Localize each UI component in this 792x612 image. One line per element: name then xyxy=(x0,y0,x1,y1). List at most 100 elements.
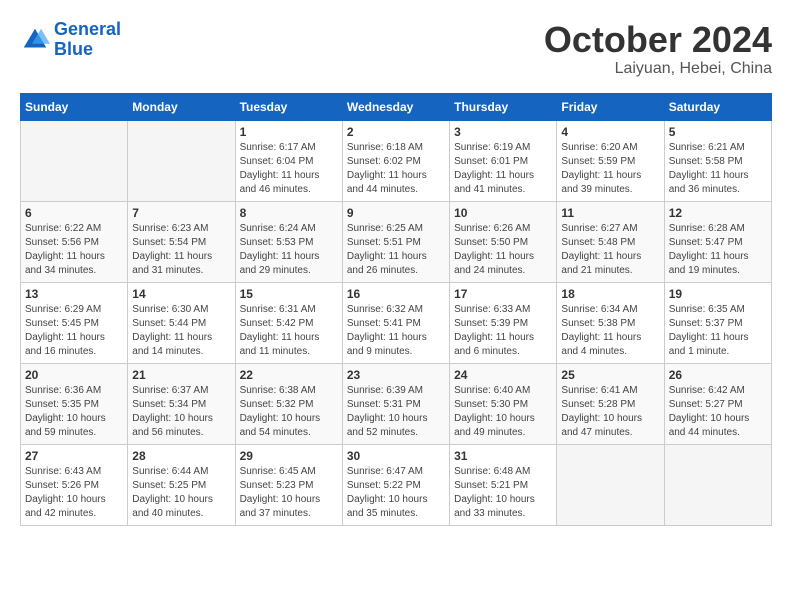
week-row-2: 6Sunrise: 6:22 AMSunset: 5:56 PMDaylight… xyxy=(21,201,772,282)
day-content: Sunrise: 6:47 AMSunset: 5:22 PMDaylight:… xyxy=(347,465,445,521)
calendar-cell: 19 Sunrise: 6:35 AMSunset: 5:37 PMDayligh… xyxy=(664,282,771,363)
calendar-cell: 31 Sunrise: 6:48 AMSunset: 5:21 PMDayligh… xyxy=(450,444,557,525)
day-number: 21 xyxy=(132,368,230,382)
logo-text: General Blue xyxy=(54,20,121,60)
day-number: 28 xyxy=(132,449,230,463)
day-number: 17 xyxy=(454,287,552,301)
day-number: 9 xyxy=(347,206,445,220)
day-number: 24 xyxy=(454,368,552,382)
day-content: Sunrise: 6:37 AMSunset: 5:34 PMDaylight:… xyxy=(132,384,230,440)
day-content: Sunrise: 6:26 AMSunset: 5:50 PMDaylight:… xyxy=(454,222,552,278)
calendar-cell: 24 Sunrise: 6:40 AMSunset: 5:30 PMDayligh… xyxy=(450,363,557,444)
day-content: Sunrise: 6:41 AMSunset: 5:28 PMDaylight:… xyxy=(561,384,659,440)
calendar-cell xyxy=(21,120,128,201)
calendar-cell: 30 Sunrise: 6:47 AMSunset: 5:22 PMDayligh… xyxy=(342,444,449,525)
calendar-cell xyxy=(557,444,664,525)
day-number: 30 xyxy=(347,449,445,463)
calendar-cell: 20Sunrise: 6:36 AMSunset: 5:35 PMDayligh… xyxy=(21,363,128,444)
day-number: 19 xyxy=(669,287,767,301)
day-content: Sunrise: 6:43 AMSunset: 5:26 PMDaylight:… xyxy=(25,465,123,521)
calendar-cell: 2 Sunrise: 6:18 AMSunset: 6:02 PMDaylight… xyxy=(342,120,449,201)
day-content: Sunrise: 6:39 AMSunset: 5:31 PMDaylight:… xyxy=(347,384,445,440)
header-cell-thursday: Thursday xyxy=(450,93,557,120)
day-number: 14 xyxy=(132,287,230,301)
day-number: 7 xyxy=(132,206,230,220)
week-row-5: 27 Sunrise: 6:43 AMSunset: 5:26 PMDayligh… xyxy=(21,444,772,525)
calendar-cell: 16Sunrise: 6:32 AMSunset: 5:41 PMDayligh… xyxy=(342,282,449,363)
day-number: 22 xyxy=(240,368,338,382)
day-number: 1 xyxy=(240,125,338,139)
day-number: 31 xyxy=(454,449,552,463)
day-content: Sunrise: 6:22 AMSunset: 5:56 PMDaylight:… xyxy=(25,222,123,278)
calendar-cell: 8 Sunrise: 6:24 AMSunset: 5:53 PMDaylight… xyxy=(235,201,342,282)
week-row-3: 13 Sunrise: 6:29 AMSunset: 5:45 PMDayligh… xyxy=(21,282,772,363)
header-cell-monday: Monday xyxy=(128,93,235,120)
day-number: 13 xyxy=(25,287,123,301)
day-content: Sunrise: 6:28 AMSunset: 5:47 PMDaylight:… xyxy=(669,222,767,278)
day-content: Sunrise: 6:25 AMSunset: 5:51 PMDaylight:… xyxy=(347,222,445,278)
calendar-cell: 3 Sunrise: 6:19 AMSunset: 6:01 PMDaylight… xyxy=(450,120,557,201)
day-content: Sunrise: 6:38 AMSunset: 5:32 PMDaylight:… xyxy=(240,384,338,440)
day-content: Sunrise: 6:19 AMSunset: 6:01 PMDaylight:… xyxy=(454,141,552,197)
calendar-cell: 10 Sunrise: 6:26 AMSunset: 5:50 PMDayligh… xyxy=(450,201,557,282)
day-content: Sunrise: 6:21 AMSunset: 5:58 PMDaylight:… xyxy=(669,141,767,197)
calendar-cell: 25 Sunrise: 6:41 AMSunset: 5:28 PMDayligh… xyxy=(557,363,664,444)
calendar-cell: 17Sunrise: 6:33 AMSunset: 5:39 PMDayligh… xyxy=(450,282,557,363)
day-content: Sunrise: 6:42 AMSunset: 5:27 PMDaylight:… xyxy=(669,384,767,440)
day-number: 27 xyxy=(25,449,123,463)
calendar-cell: 15Sunrise: 6:31 AMSunset: 5:42 PMDayligh… xyxy=(235,282,342,363)
calendar-title: October 2024 xyxy=(544,20,772,60)
logo-line1: General xyxy=(54,19,121,39)
day-content: Sunrise: 6:32 AMSunset: 5:41 PMDaylight:… xyxy=(347,303,445,359)
calendar-cell: 9 Sunrise: 6:25 AMSunset: 5:51 PMDaylight… xyxy=(342,201,449,282)
logo: General Blue xyxy=(20,20,121,60)
calendar-cell: 5 Sunrise: 6:21 AMSunset: 5:58 PMDaylight… xyxy=(664,120,771,201)
day-content: Sunrise: 6:30 AMSunset: 5:44 PMDaylight:… xyxy=(132,303,230,359)
day-number: 10 xyxy=(454,206,552,220)
day-number: 26 xyxy=(669,368,767,382)
calendar-cell: 26 Sunrise: 6:42 AMSunset: 5:27 PMDayligh… xyxy=(664,363,771,444)
calendar-cell: 11Sunrise: 6:27 AMSunset: 5:48 PMDayligh… xyxy=(557,201,664,282)
calendar-table: SundayMondayTuesdayWednesdayThursdayFrid… xyxy=(20,93,772,526)
week-row-1: 1 Sunrise: 6:17 AMSunset: 6:04 PMDaylight… xyxy=(21,120,772,201)
day-content: Sunrise: 6:48 AMSunset: 5:21 PMDaylight:… xyxy=(454,465,552,521)
day-number: 5 xyxy=(669,125,767,139)
day-number: 2 xyxy=(347,125,445,139)
day-content: Sunrise: 6:17 AMSunset: 6:04 PMDaylight:… xyxy=(240,141,338,197)
day-number: 25 xyxy=(561,368,659,382)
day-number: 29 xyxy=(240,449,338,463)
day-content: Sunrise: 6:23 AMSunset: 5:54 PMDaylight:… xyxy=(132,222,230,278)
day-number: 23 xyxy=(347,368,445,382)
day-content: Sunrise: 6:40 AMSunset: 5:30 PMDaylight:… xyxy=(454,384,552,440)
header-cell-saturday: Saturday xyxy=(664,93,771,120)
calendar-cell: 22 Sunrise: 6:38 AMSunset: 5:32 PMDayligh… xyxy=(235,363,342,444)
day-content: Sunrise: 6:35 AMSunset: 5:37 PMDaylight:… xyxy=(669,303,767,359)
day-content: Sunrise: 6:45 AMSunset: 5:23 PMDaylight:… xyxy=(240,465,338,521)
calendar-cell: 21 Sunrise: 6:37 AMSunset: 5:34 PMDayligh… xyxy=(128,363,235,444)
calendar-cell: 13 Sunrise: 6:29 AMSunset: 5:45 PMDayligh… xyxy=(21,282,128,363)
day-content: Sunrise: 6:18 AMSunset: 6:02 PMDaylight:… xyxy=(347,141,445,197)
header-cell-wednesday: Wednesday xyxy=(342,93,449,120)
calendar-body: 1 Sunrise: 6:17 AMSunset: 6:04 PMDaylight… xyxy=(21,120,772,525)
calendar-cell: 1 Sunrise: 6:17 AMSunset: 6:04 PMDaylight… xyxy=(235,120,342,201)
day-number: 18 xyxy=(561,287,659,301)
calendar-cell: 7 Sunrise: 6:23 AMSunset: 5:54 PMDaylight… xyxy=(128,201,235,282)
calendar-cell: 29 Sunrise: 6:45 AMSunset: 5:23 PMDayligh… xyxy=(235,444,342,525)
header-cell-friday: Friday xyxy=(557,93,664,120)
header-cell-sunday: Sunday xyxy=(21,93,128,120)
day-number: 8 xyxy=(240,206,338,220)
calendar-cell: 6Sunrise: 6:22 AMSunset: 5:56 PMDaylight… xyxy=(21,201,128,282)
day-content: Sunrise: 6:34 AMSunset: 5:38 PMDaylight:… xyxy=(561,303,659,359)
day-content: Sunrise: 6:24 AMSunset: 5:53 PMDaylight:… xyxy=(240,222,338,278)
day-number: 12 xyxy=(669,206,767,220)
day-number: 11 xyxy=(561,206,659,220)
header-cell-tuesday: Tuesday xyxy=(235,93,342,120)
calendar-cell: 12 Sunrise: 6:28 AMSunset: 5:47 PMDayligh… xyxy=(664,201,771,282)
calendar-cell: 23 Sunrise: 6:39 AMSunset: 5:31 PMDayligh… xyxy=(342,363,449,444)
calendar-cell: 18 Sunrise: 6:34 AMSunset: 5:38 PMDayligh… xyxy=(557,282,664,363)
day-number: 3 xyxy=(454,125,552,139)
day-content: Sunrise: 6:29 AMSunset: 5:45 PMDaylight:… xyxy=(25,303,123,359)
week-row-4: 20Sunrise: 6:36 AMSunset: 5:35 PMDayligh… xyxy=(21,363,772,444)
calendar-header: SundayMondayTuesdayWednesdayThursdayFrid… xyxy=(21,93,772,120)
logo-line2: Blue xyxy=(54,39,93,59)
